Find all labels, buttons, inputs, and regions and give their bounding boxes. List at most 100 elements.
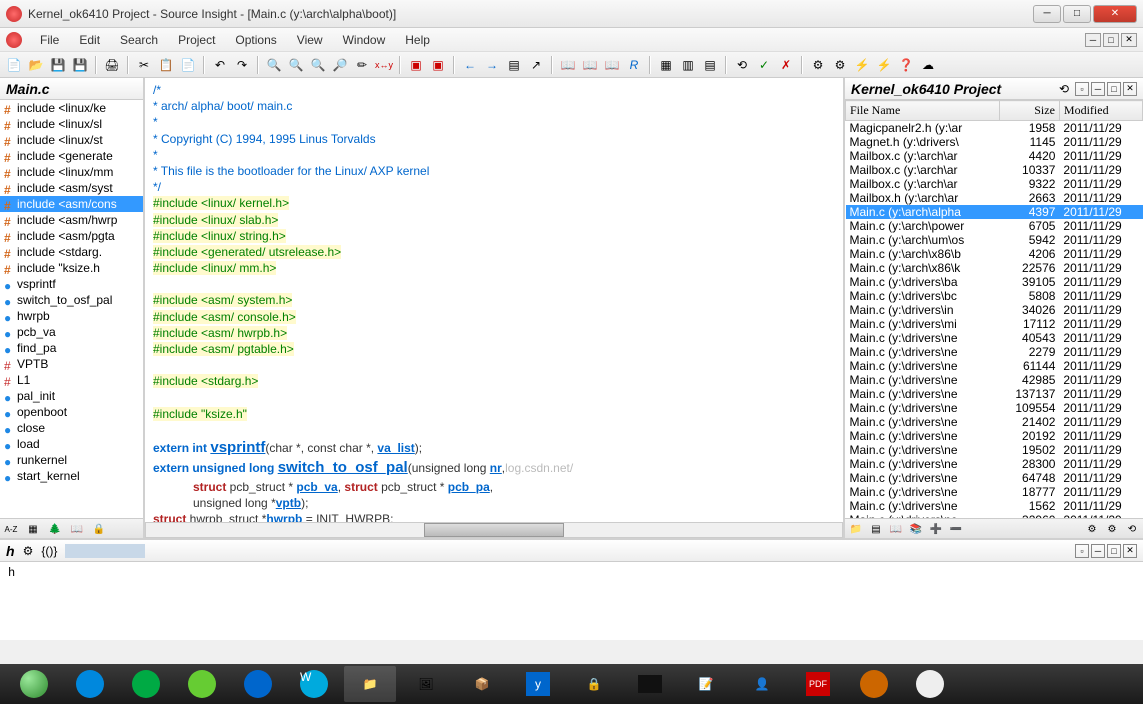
task-6[interactable]: 📁 [344,666,396,702]
find-icon[interactable]: 🔍 [264,55,284,75]
panel3-icon[interactable]: ▤ [700,55,720,75]
gear2-icon[interactable]: ⚙ [1103,521,1121,537]
context-content[interactable]: h [0,562,1143,640]
task-7[interactable]: 🖼 [400,666,452,702]
task-3[interactable] [176,666,228,702]
book2-icon[interactable]: 📖 [580,55,600,75]
table-row[interactable]: Mailbox.c (y:\arch\ar93222011/11/29 [846,177,1143,191]
folder-icon[interactable]: 📁 [847,521,865,537]
table-row[interactable]: Main.c (y:\arch\power67052011/11/29 [846,219,1143,233]
table-row[interactable]: Main.c (y:\drivers\ne647482011/11/29 [846,471,1143,485]
task-2[interactable] [120,666,172,702]
menu-search[interactable]: Search [110,31,168,49]
col-size[interactable]: Size [999,101,1059,121]
sort-az-icon[interactable]: A-Z [2,521,20,537]
lock-icon[interactable]: 🔒 [90,521,108,537]
symbol-item[interactable]: ●runkernel [0,452,143,468]
symbol-item[interactable]: ●vsprintf [0,276,143,292]
minimize-button[interactable]: ─ [1033,5,1061,23]
books-icon[interactable]: 📚 [907,521,925,537]
symbol-item[interactable]: ●find_pa [0,340,143,356]
symbol-item[interactable]: #include <asm/pgta [0,228,143,244]
table-row[interactable]: Main.c (y:\drivers\bc58082011/11/29 [846,289,1143,303]
tool3-icon[interactable]: ⚡ [852,55,872,75]
book-icon[interactable]: 📖 [887,521,905,537]
table-row[interactable]: Main.c (y:\arch\um\os59422011/11/29 [846,233,1143,247]
symbol-item[interactable]: #include <asm/cons [0,196,143,212]
symbol-item[interactable]: ●load [0,436,143,452]
saveall-icon[interactable]: 💾 [70,55,90,75]
book3-icon[interactable]: 📖 [602,55,622,75]
minus-icon[interactable]: ➖ [947,521,965,537]
menu-window[interactable]: Window [333,31,396,49]
task-12[interactable]: 📝 [680,666,732,702]
file-table[interactable]: File Name Size Modified Magicpanelr2.h (… [845,100,1143,518]
symbol-item[interactable]: ●openboot [0,404,143,420]
table-row[interactable]: Main.c (y:\drivers\mi171122011/11/29 [846,317,1143,331]
table-row[interactable]: Main.c (y:\drivers\ne1095542011/11/29 [846,401,1143,415]
symbol-item[interactable]: ●pal_init [0,388,143,404]
maximize-button[interactable]: □ [1063,5,1091,23]
symbol-item[interactable]: #include <stdarg. [0,244,143,260]
tool4-icon[interactable]: ⚡ [874,55,894,75]
table-row[interactable]: Main.c (y:\drivers\ne429852011/11/29 [846,373,1143,387]
menu-edit[interactable]: Edit [69,31,110,49]
panel2-icon[interactable]: ▥ [678,55,698,75]
menu-options[interactable]: Options [225,31,286,49]
ctx-close-icon[interactable]: ✕ [1123,544,1137,558]
start-button[interactable] [8,666,60,702]
col-modified[interactable]: Modified [1059,101,1142,121]
symbol-item[interactable]: ●switch_to_osf_pal [0,292,143,308]
tool2-icon[interactable]: ⚙ [830,55,850,75]
table-row[interactable]: Main.c (y:\drivers\ne283002011/11/29 [846,457,1143,471]
table-row[interactable]: Main.c (y:\drivers\ne187772011/11/29 [846,485,1143,499]
table-row[interactable]: Main.c (y:\drivers\ne195022011/11/29 [846,443,1143,457]
task-14[interactable]: PDF [792,666,844,702]
undo-icon[interactable]: ↶ [210,55,230,75]
symbol-item[interactable]: ●hwrpb [0,308,143,324]
cross-icon[interactable]: ✗ [776,55,796,75]
nav-list-icon[interactable]: ▤ [504,55,524,75]
task-10[interactable]: 🔒 [568,666,620,702]
book1-icon[interactable]: 📖 [558,55,578,75]
replace-icon[interactable]: ✏ [352,55,372,75]
task-11[interactable] [624,666,676,702]
nav-jump-icon[interactable]: ↗ [526,55,546,75]
task-16[interactable] [904,666,956,702]
table-row[interactable]: Main.c (y:\drivers\ne405432011/11/29 [846,331,1143,345]
symbol-item[interactable]: ●start_kernel [0,468,143,484]
table-row[interactable]: Main.c (y:\drivers\ne214022011/11/29 [846,415,1143,429]
editor-hscroll[interactable] [145,522,843,538]
tool1-icon[interactable]: ⚙ [808,55,828,75]
open-icon[interactable]: 📂 [26,55,46,75]
print-icon[interactable]: 🖨 [102,55,122,75]
task-15[interactable] [848,666,900,702]
book-icon[interactable]: 📖 [68,521,86,537]
table-row[interactable]: Main.c (y:\drivers\in340262011/11/29 [846,303,1143,317]
symbol-item[interactable]: #include <generate [0,148,143,164]
table-row[interactable]: Main.c (y:\arch\x86\k225762011/11/29 [846,261,1143,275]
refresh-icon[interactable]: ⟲ [1123,521,1141,537]
symbol-item[interactable]: #include <linux/sl [0,116,143,132]
help-icon[interactable]: ❓ [896,55,916,75]
symbol-item[interactable]: ●close [0,420,143,436]
table-row[interactable]: Main.c (y:\drivers\ne1371372011/11/29 [846,387,1143,401]
copy-icon[interactable]: 📋 [156,55,176,75]
symbol-item[interactable]: ●pcb_va [0,324,143,340]
table-row[interactable]: Mailbox.c (y:\arch\ar103372011/11/29 [846,163,1143,177]
symbol-item[interactable]: #VPTB [0,356,143,372]
symbol-item[interactable]: #include <linux/st [0,132,143,148]
symbol-item[interactable]: #include <asm/hwrp [0,212,143,228]
bookmark2-icon[interactable]: ▣ [428,55,448,75]
code-editor[interactable]: /* * arch/ alpha/ boot/ main.c * * Copyr… [145,78,843,522]
task-5[interactable]: W [288,666,340,702]
mdi-restore[interactable]: □ [1103,33,1119,47]
save-icon[interactable]: 💾 [48,55,68,75]
ctx-max-icon[interactable]: □ [1107,544,1121,558]
panel-min-icon[interactable]: ▫ [1075,82,1089,96]
panel-min2-icon[interactable]: ─ [1091,82,1105,96]
ctx-min-icon[interactable]: ▫ [1075,544,1089,558]
gear-icon[interactable]: ⚙ [1083,521,1101,537]
context-braces-icon[interactable]: {()} [41,544,57,558]
check-icon[interactable]: ✓ [754,55,774,75]
